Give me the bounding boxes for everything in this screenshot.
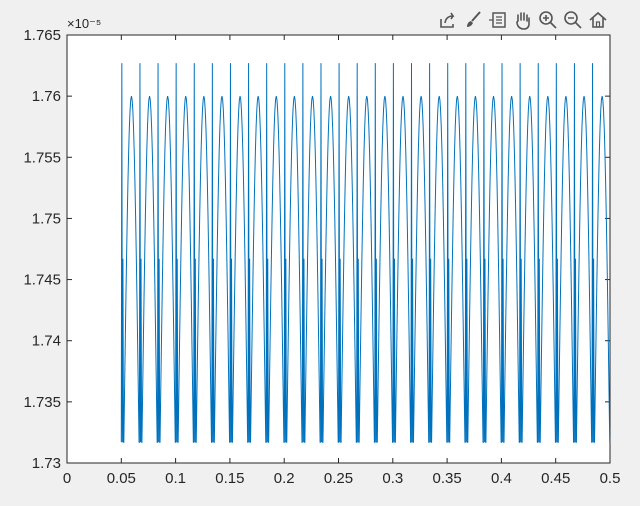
y-tick-label: 1.76: [32, 88, 61, 105]
x-tick-label: 0.45: [541, 470, 570, 487]
y-tick-label: 1.75: [32, 210, 61, 227]
y-tick-label: 1.74: [32, 333, 61, 350]
x-tick-label: 0.3: [382, 470, 403, 487]
x-tick-label: 0.1: [165, 470, 186, 487]
y-tick-label: 1.755: [23, 149, 61, 166]
x-tick-label: 0.05: [107, 470, 136, 487]
datatip-icon: [488, 12, 506, 28]
home-button[interactable]: [586, 8, 609, 32]
figure-canvas: ×10⁻⁵ 1.73 1.735 1.74 1.745 1.75 1.755 1.76 1.7…: [23, 16, 621, 487]
home-icon: [588, 11, 607, 28]
zoom-in-icon: [538, 11, 557, 29]
y-tick-label: 1.745: [23, 272, 61, 289]
x-tick-label: 0.4: [491, 470, 512, 487]
x-tick-label: 0.25: [324, 470, 353, 487]
pan-icon: [515, 12, 530, 30]
brush-button[interactable]: [461, 8, 484, 32]
zoom-out-button[interactable]: [561, 8, 584, 32]
x-tick-label: 0: [63, 470, 71, 487]
zoom-in-button[interactable]: [536, 8, 559, 32]
y-tick-label: 1.765: [23, 27, 61, 44]
y-exponent-label: ×10⁻⁵: [67, 16, 101, 31]
brush-icon: [466, 11, 481, 27]
x-tick-label: 0.5: [600, 470, 621, 487]
datatip-button[interactable]: [486, 8, 509, 32]
y-tick-label: 1.735: [23, 394, 61, 411]
x-tick-label: 0.15: [215, 470, 244, 487]
export-icon: [439, 12, 454, 28]
pan-button[interactable]: [511, 8, 534, 32]
x-tick-label: 0.35: [432, 470, 461, 487]
zoom-out-icon: [563, 11, 582, 29]
axes-toolbar: [436, 8, 609, 32]
y-tick-label: 1.73: [32, 455, 61, 472]
export-button[interactable]: [436, 8, 459, 32]
x-tick-label: 0.2: [274, 470, 295, 487]
